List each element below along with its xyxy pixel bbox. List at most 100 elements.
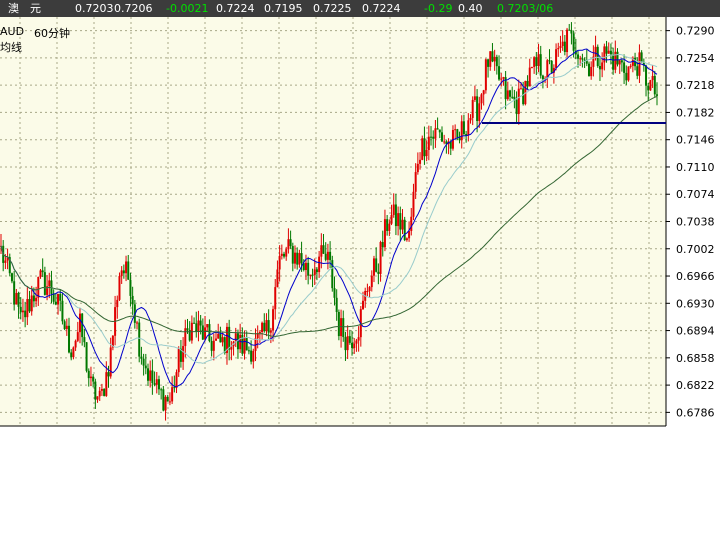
candle-body bbox=[149, 370, 152, 381]
candle-body bbox=[322, 245, 325, 254]
candle-body bbox=[476, 96, 479, 121]
candle-body bbox=[41, 270, 44, 273]
candle-body bbox=[462, 121, 465, 135]
quote-prev: 0.7224 bbox=[362, 2, 401, 15]
candle-body bbox=[392, 204, 395, 215]
candle-body bbox=[566, 29, 569, 53]
candle-body bbox=[587, 63, 590, 77]
legend-symbol: AUD bbox=[0, 25, 25, 38]
candle-body bbox=[32, 295, 35, 302]
candle-body bbox=[265, 320, 268, 332]
candle-body bbox=[125, 261, 128, 274]
candle-body bbox=[436, 128, 439, 130]
candle-body bbox=[280, 253, 283, 256]
candle-body bbox=[537, 54, 540, 67]
candle-body bbox=[258, 331, 261, 334]
candle-body bbox=[337, 311, 340, 337]
candle-body bbox=[140, 356, 143, 359]
candle-body bbox=[291, 246, 294, 264]
candle-body bbox=[278, 255, 281, 270]
candle-body bbox=[78, 313, 81, 333]
candle-body bbox=[272, 309, 275, 331]
quote-low: 0.7195 bbox=[264, 2, 303, 15]
candle-body bbox=[116, 299, 119, 308]
candle-body bbox=[386, 219, 389, 231]
candle-body bbox=[65, 325, 68, 330]
candle-body bbox=[52, 293, 55, 302]
candle-body bbox=[471, 99, 474, 118]
candle-body bbox=[495, 56, 498, 67]
legend-period: 60分钟 bbox=[34, 27, 70, 40]
candle-body bbox=[107, 372, 110, 377]
candle-body bbox=[10, 273, 13, 282]
candle-body bbox=[61, 300, 64, 322]
y-axis-tick-label: 0.7002 bbox=[676, 243, 715, 256]
candle-body bbox=[550, 60, 553, 73]
candle-body bbox=[456, 129, 459, 138]
candle-body bbox=[96, 396, 99, 400]
candle-body bbox=[318, 256, 321, 273]
candle-body bbox=[208, 324, 211, 342]
candle-body bbox=[568, 29, 571, 31]
candle-body bbox=[300, 253, 303, 264]
candle-body bbox=[353, 343, 356, 348]
candle-body bbox=[13, 281, 16, 305]
candle-body bbox=[146, 368, 149, 381]
candle-body bbox=[405, 238, 408, 241]
candle-body bbox=[473, 96, 476, 100]
candle-body bbox=[94, 381, 97, 400]
candle-body bbox=[594, 46, 597, 57]
candle-body bbox=[89, 376, 92, 379]
candle-body bbox=[17, 292, 20, 307]
quote-symbol: 澳 元 bbox=[8, 2, 41, 15]
candle-body bbox=[276, 269, 279, 288]
candle-body bbox=[340, 318, 343, 337]
candle-body bbox=[596, 46, 599, 67]
candle-body bbox=[92, 376, 95, 382]
quote-high: 0.7225 bbox=[313, 2, 352, 15]
candle-body bbox=[160, 389, 163, 391]
candle-body bbox=[68, 325, 71, 353]
candle-body bbox=[416, 163, 419, 173]
candle-body bbox=[491, 51, 494, 62]
quote-last: 0.7203/06 bbox=[497, 2, 554, 15]
candle-body bbox=[423, 138, 426, 157]
y-axis-tick-label: 0.7290 bbox=[676, 25, 715, 38]
candle-body bbox=[298, 253, 301, 265]
candle-body bbox=[563, 41, 566, 53]
candle-body bbox=[201, 325, 204, 340]
candle-body bbox=[515, 99, 518, 115]
candle-body bbox=[315, 269, 318, 273]
candle-body bbox=[120, 270, 123, 277]
candle-body bbox=[267, 320, 270, 333]
candle-body bbox=[309, 274, 312, 276]
candle-body bbox=[74, 340, 77, 348]
candle-body bbox=[623, 62, 626, 73]
candle-body bbox=[555, 49, 558, 68]
price-chart[interactable]: 0.7290 0.7254 0.7218 0.7182 0.7146 0.7110 0.70… bbox=[0, 17, 720, 427]
candle-body bbox=[366, 290, 369, 292]
candle-body bbox=[381, 242, 384, 248]
candle-body bbox=[489, 51, 492, 67]
candle-body bbox=[72, 347, 75, 358]
candle-body bbox=[375, 258, 378, 272]
candle-body bbox=[131, 295, 134, 305]
candle-body bbox=[511, 96, 514, 98]
candle-body bbox=[153, 383, 156, 385]
candle-body bbox=[427, 136, 430, 151]
candle-body bbox=[63, 321, 66, 330]
candle-body bbox=[4, 260, 7, 263]
candle-body bbox=[228, 326, 231, 350]
candle-body bbox=[326, 251, 329, 260]
candle-body bbox=[557, 47, 560, 50]
candle-body bbox=[274, 287, 277, 310]
candle-body bbox=[324, 253, 327, 260]
candle-body bbox=[348, 336, 351, 343]
candle-body bbox=[100, 389, 103, 391]
candle-body bbox=[616, 51, 619, 65]
candle-body bbox=[329, 251, 332, 261]
candle-body bbox=[469, 117, 472, 121]
candle-body bbox=[210, 341, 213, 351]
candle-body bbox=[35, 297, 38, 302]
candle-body bbox=[522, 88, 525, 105]
